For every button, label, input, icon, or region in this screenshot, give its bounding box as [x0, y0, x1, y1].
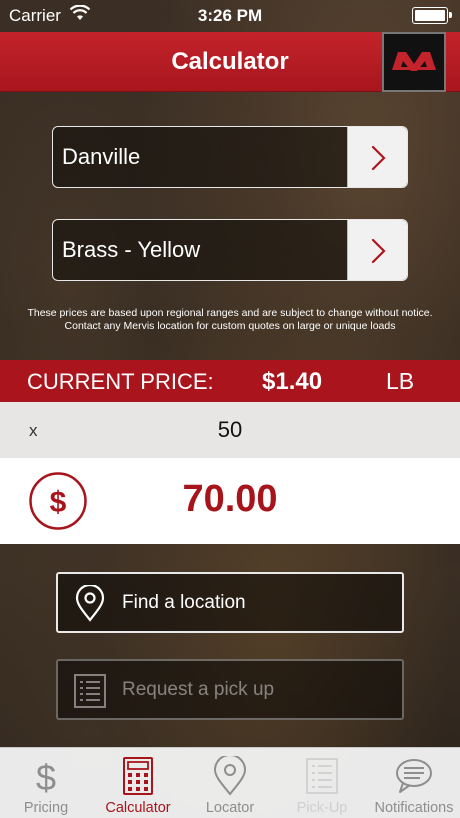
tab-pricing-label: Pricing — [23, 800, 69, 816]
current-price-value: $1.40 — [262, 368, 323, 395]
find-location-label: Find a location — [122, 592, 246, 613]
tab-bar: $ Pricing Calculator Locator Pick-Up Not… — [0, 747, 460, 818]
dollar-sign-icon: $ — [26, 756, 66, 801]
speech-bubble-icon — [394, 756, 434, 801]
total-value: 70.00 — [182, 478, 278, 520]
clock: 3:26 PM — [197, 6, 263, 25]
multiplier-symbol: x — [29, 421, 38, 440]
status-bar: Carrier 3:26 PM — [0, 0, 460, 32]
mervis-logo — [382, 32, 446, 92]
tab-notifications-label: Notifications — [374, 800, 454, 816]
quantity-row: x — [0, 402, 460, 458]
calculator-icon — [118, 756, 158, 801]
price-unit: LB — [386, 368, 415, 394]
map-pin-icon — [210, 754, 250, 801]
tab-locator[interactable]: Locator — [184, 748, 276, 818]
quantity-input[interactable] — [120, 411, 340, 449]
disclaimer-line-1: These prices are based upon regional ran… — [27, 307, 433, 319]
battery-icon — [412, 7, 452, 24]
nav-bar: Calculator — [0, 32, 460, 92]
chevron-right-icon — [371, 145, 386, 171]
material-chevron-button[interactable] — [347, 220, 407, 280]
current-price-bar: CURRENT PRICE: $1.40 LB — [0, 360, 460, 402]
tab-pick-up-label: Pick-Up — [296, 800, 348, 816]
price-disclaimer: These prices are based upon regional ran… — [0, 307, 460, 333]
request-pickup-label: Request a pick up — [122, 679, 275, 700]
location-chevron-button[interactable] — [347, 127, 407, 187]
current-price-label: CURRENT PRICE: — [27, 369, 214, 394]
tab-pick-up[interactable]: Pick-Up — [276, 748, 368, 818]
material-selector[interactable]: Brass - Yellow — [52, 219, 408, 281]
request-pickup-button[interactable]: Request a pick up — [56, 659, 404, 720]
material-value: Brass - Yellow — [62, 237, 201, 262]
tab-calculator-label: Calculator — [105, 800, 171, 816]
tab-calculator[interactable]: Calculator — [92, 748, 184, 818]
find-location-button[interactable]: Find a location — [56, 572, 404, 633]
tab-notifications[interactable]: Notifications — [368, 748, 460, 818]
map-pin-icon — [72, 583, 108, 628]
svg-text:$: $ — [36, 757, 56, 796]
location-selector[interactable]: Danville — [52, 126, 408, 188]
tab-locator-label: Locator — [205, 800, 255, 816]
location-value: Danville — [62, 144, 141, 169]
list-icon — [302, 756, 342, 801]
tab-pricing[interactable]: $ Pricing — [0, 748, 92, 818]
total-row: $ 70.00 — [0, 458, 460, 544]
chevron-right-icon — [371, 238, 386, 264]
list-icon — [72, 672, 108, 715]
disclaimer-line-2: Contact any Mervis location for custom q… — [64, 320, 396, 332]
